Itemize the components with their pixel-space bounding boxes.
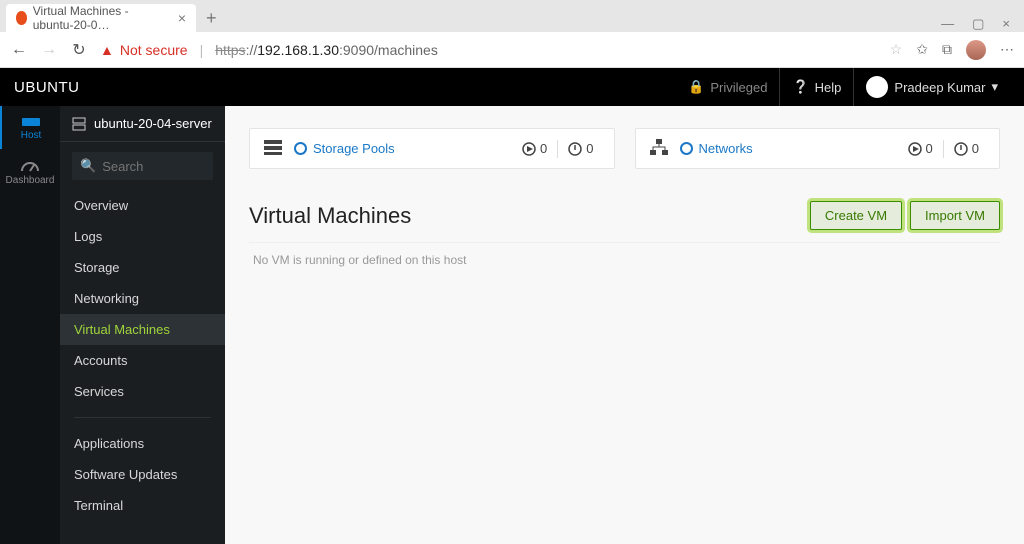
- play-circle-icon: [908, 142, 922, 156]
- tab-title: Virtual Machines - ubuntu-20-0…: [33, 4, 168, 32]
- refresh-icon[interactable]: ↻: [70, 40, 88, 60]
- browser-address-bar: ← → ↻ ▲ Not secure | https://192.168.1.3…: [0, 32, 1024, 68]
- favorite-icon[interactable]: ✩: [916, 41, 928, 58]
- gauge-icon: [19, 159, 41, 173]
- lock-icon: 🔒: [688, 79, 704, 95]
- profile-avatar[interactable]: [966, 40, 986, 60]
- sidebar-item-services[interactable]: Services: [60, 376, 225, 407]
- stopped-count: 0: [948, 141, 985, 156]
- close-tab-icon[interactable]: ×: [178, 10, 186, 26]
- forward-icon[interactable]: →: [40, 41, 58, 59]
- create-vm-button[interactable]: Create VM: [810, 201, 902, 230]
- new-tab-button[interactable]: +: [196, 4, 227, 32]
- user-avatar-icon: [866, 76, 888, 98]
- chevron-down-icon: ▾: [991, 79, 998, 95]
- host-icon: [20, 116, 42, 128]
- window-maximize-icon[interactable]: ▢: [972, 16, 984, 32]
- main-content: Storage Pools 0 0 Networks: [225, 106, 1024, 544]
- storage-pools-link[interactable]: Storage Pools: [294, 141, 395, 156]
- sidebar-item-terminal[interactable]: Terminal: [60, 490, 225, 521]
- back-icon[interactable]: ←: [10, 41, 28, 59]
- user-menu[interactable]: Pradeep Kumar ▾: [854, 68, 1010, 106]
- sidebar-item-networking[interactable]: Networking: [60, 283, 225, 314]
- security-label: Not secure: [120, 42, 188, 58]
- collections-icon[interactable]: ⧉: [942, 41, 952, 58]
- sidebar-item-applications[interactable]: Applications: [60, 428, 225, 459]
- running-count: 0: [516, 141, 553, 156]
- power-circle-icon: [568, 142, 582, 156]
- server-icon: [72, 117, 86, 131]
- power-circle-icon: [954, 142, 968, 156]
- rail-host[interactable]: Host: [0, 106, 60, 149]
- privileged-button[interactable]: 🔒 Privileged: [676, 68, 779, 106]
- help-icon: ❔: [792, 79, 808, 95]
- running-count: 0: [902, 141, 939, 156]
- sidebar-item-overview[interactable]: Overview: [60, 190, 225, 221]
- sidebar-item-logs[interactable]: Logs: [60, 221, 225, 252]
- sidebar-search[interactable]: 🔍: [72, 152, 213, 180]
- warning-icon: ▲: [100, 42, 114, 58]
- rail-dashboard[interactable]: Dashboard: [0, 149, 60, 194]
- security-chip[interactable]: ▲ Not secure: [100, 42, 188, 58]
- sidebar-nav: OverviewLogsStorageNetworkingVirtual Mac…: [60, 190, 225, 521]
- help-button[interactable]: ❔ Help: [780, 68, 853, 106]
- networks-link[interactable]: Networks: [680, 141, 753, 156]
- import-vm-button[interactable]: Import VM: [910, 201, 1000, 230]
- left-rail: Host Dashboard: [0, 106, 60, 544]
- vm-section-header: Virtual Machines Create VM Import VM: [249, 201, 1000, 230]
- sidebar: ubuntu-20-04-server 🔍 OverviewLogsStorag…: [60, 106, 225, 544]
- window-minimize-icon[interactable]: —: [941, 16, 954, 32]
- divider: |: [200, 42, 204, 58]
- cockpit-header: UBUNTU 🔒 Privileged ❔ Help Pradeep Kumar…: [0, 68, 1024, 106]
- stopped-count: 0: [562, 141, 599, 156]
- brand-label: UBUNTU: [14, 79, 80, 96]
- read-aloud-icon[interactable]: ☆: [890, 41, 903, 58]
- play-circle-icon: [522, 142, 536, 156]
- server-selector[interactable]: ubuntu-20-04-server: [60, 106, 225, 142]
- storage-pools-card: Storage Pools 0 0: [249, 128, 615, 169]
- search-icon: 🔍: [80, 158, 96, 174]
- browser-tab[interactable]: Virtual Machines - ubuntu-20-0… ×: [6, 4, 196, 32]
- sidebar-item-accounts[interactable]: Accounts: [60, 345, 225, 376]
- page-title: Virtual Machines: [249, 203, 802, 229]
- browser-tab-strip: Virtual Machines - ubuntu-20-0… × + — ▢ …: [0, 0, 1024, 32]
- window-close-icon[interactable]: ×: [1002, 16, 1010, 32]
- storage-pools-icon: [264, 139, 282, 158]
- menu-icon[interactable]: ⋯: [1000, 41, 1014, 58]
- sidebar-item-storage[interactable]: Storage: [60, 252, 225, 283]
- sidebar-item-virtual-machines[interactable]: Virtual Machines: [60, 314, 225, 345]
- sidebar-item-software-updates[interactable]: Software Updates: [60, 459, 225, 490]
- url-field[interactable]: https://192.168.1.30:9090/machines: [215, 42, 438, 58]
- networks-card: Networks 0 0: [635, 128, 1001, 169]
- empty-state: No VM is running or defined on this host: [249, 242, 1000, 277]
- cockpit-favicon: [16, 11, 27, 25]
- networks-icon: [650, 139, 668, 158]
